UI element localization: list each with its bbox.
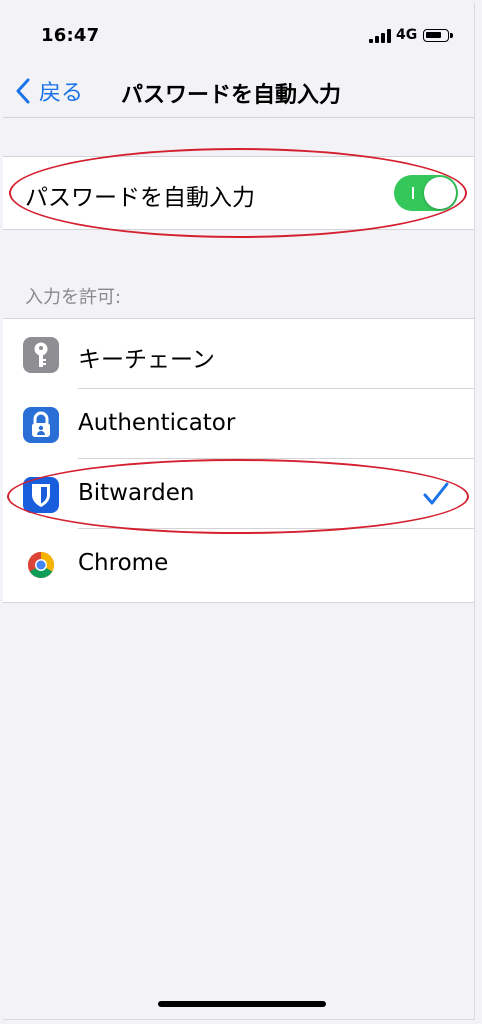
- provider-label: Chrome: [78, 550, 169, 576]
- provider-row-keychain[interactable]: キーチェーン: [3, 319, 474, 389]
- navigation-bar: 戻る パスワードを自動入力: [3, 65, 474, 118]
- annotation-ellipse-toggle: [9, 148, 467, 238]
- back-label: 戻る: [39, 81, 84, 106]
- provider-label: キーチェーン: [78, 347, 215, 373]
- screen: 16:47 4G 戻る パスワードを自動入力 パスワードを自動入力 入力を許可:…: [3, 3, 475, 1020]
- status-time: 16:47: [41, 25, 100, 46]
- provider-label: Authenticator: [78, 410, 236, 436]
- status-bar: 16:47 4G: [3, 3, 474, 63]
- keychain-icon: [23, 337, 59, 373]
- provider-row-authenticator[interactable]: Authenticator: [3, 389, 474, 459]
- chevron-left-icon: [16, 78, 30, 104]
- back-button[interactable]: 戻る: [15, 73, 83, 109]
- network-type: 4G: [396, 27, 418, 43]
- page-title: パスワードを自動入力: [121, 83, 342, 108]
- home-indicator[interactable]: [158, 1001, 326, 1007]
- provider-row-chrome[interactable]: Chrome: [3, 529, 474, 599]
- authenticator-icon: [23, 407, 59, 443]
- chrome-icon: [23, 547, 59, 583]
- section-header: 入力を許可:: [25, 287, 122, 308]
- battery-icon: [423, 29, 453, 42]
- annotation-ellipse-bitwarden: [7, 459, 469, 534]
- signal-bars-icon: [369, 29, 391, 43]
